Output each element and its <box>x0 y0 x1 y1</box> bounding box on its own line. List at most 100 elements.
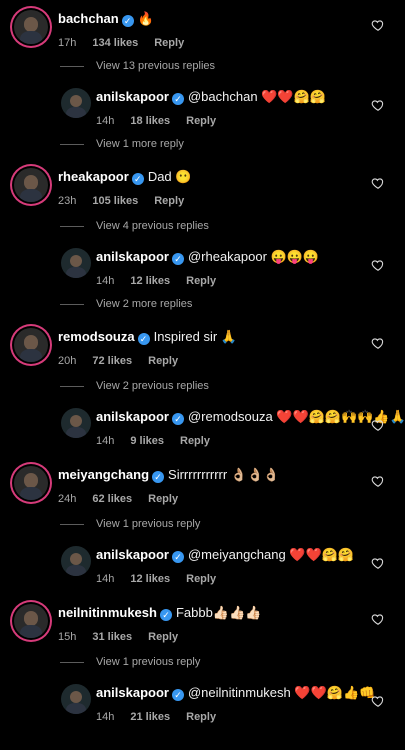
likes-count[interactable]: 105 likes <box>92 195 138 207</box>
username[interactable]: meiyangchang <box>58 467 149 482</box>
avatar[interactable] <box>61 88 91 118</box>
username[interactable]: anilskapoor <box>96 249 169 264</box>
comment-line: anilskapoor ✓ @remodsouza ❤️❤️🤗🤗🙌🙌👍🙏 <box>96 409 405 425</box>
timestamp: 14h <box>96 711 115 723</box>
avatar[interactable] <box>14 466 48 500</box>
avatar-head-shape <box>23 175 39 190</box>
view-replies-link[interactable]: View 4 previous replies <box>60 220 209 232</box>
avatar-head-shape <box>69 414 83 428</box>
reply-button[interactable]: Reply <box>154 195 184 207</box>
comment-line: anilskapoor ✓ @rheakapoor 😛😛😛 <box>96 249 319 265</box>
avatar[interactable] <box>14 168 48 202</box>
heart-outline-icon[interactable] <box>371 418 385 432</box>
reply-button[interactable]: Reply <box>148 631 178 643</box>
username[interactable]: remodsouza <box>58 329 135 344</box>
comment-meta: 14h 21 likes Reply <box>96 711 375 723</box>
likes-count[interactable]: 31 likes <box>92 631 132 643</box>
comment-text: @rheakapoor 😛😛😛 <box>187 249 320 264</box>
avatar-body-shape <box>20 349 42 362</box>
avatar-head-shape <box>69 94 83 108</box>
timestamp: 24h <box>58 493 77 505</box>
avatar[interactable] <box>61 546 91 576</box>
reply-button[interactable]: Reply <box>180 435 210 447</box>
comment-content: anilskapoor ✓ @remodsouza ❤️❤️🤗🤗🙌🙌👍🙏 14h 9 l… <box>96 409 405 447</box>
username[interactable]: anilskapoor <box>96 89 169 104</box>
reply-button[interactable]: Reply <box>186 573 216 585</box>
comment-content: bachchan ✓ 🔥 17h 134 likes Reply <box>58 11 200 49</box>
comment-text: @meiyangchang ❤️❤️🤗🤗 <box>187 547 355 562</box>
avatar-head-shape <box>23 611 39 626</box>
reply-button[interactable]: Reply <box>186 115 216 127</box>
avatar[interactable] <box>14 604 48 638</box>
heart-outline-icon[interactable] <box>371 556 385 570</box>
username[interactable]: anilskapoor <box>96 409 169 424</box>
likes-count[interactable]: 12 likes <box>130 275 170 287</box>
reply-button[interactable]: Reply <box>186 275 216 287</box>
timestamp: 17h <box>58 37 77 49</box>
reply-button[interactable]: Reply <box>154 37 184 49</box>
heart-outline-icon[interactable] <box>371 694 385 708</box>
avatar-head-shape <box>69 552 83 566</box>
view-replies-link[interactable]: View 2 more replies <box>60 298 192 310</box>
avatar[interactable] <box>61 684 91 714</box>
comment-text: @bachchan ❤️❤️🤗🤗 <box>187 89 326 104</box>
heart-outline-icon[interactable] <box>371 336 385 350</box>
likes-count[interactable]: 12 likes <box>130 573 170 585</box>
heart-outline-icon[interactable] <box>371 612 385 626</box>
verified-badge-icon: ✓ <box>171 93 184 105</box>
view-replies-label: View 1 previous reply <box>96 656 201 668</box>
username[interactable]: anilskapoor <box>96 685 169 700</box>
verified-badge-icon: ✓ <box>159 609 172 621</box>
avatar[interactable] <box>14 328 48 362</box>
view-replies-link[interactable]: View 13 previous replies <box>60 60 215 72</box>
reply-button[interactable]: Reply <box>186 711 216 723</box>
view-replies-label: View 2 previous replies <box>96 380 209 392</box>
heart-outline-icon[interactable] <box>371 176 385 190</box>
verified-badge-icon: ✓ <box>171 551 184 563</box>
username[interactable]: bachchan <box>58 11 119 26</box>
avatar[interactable] <box>61 248 91 278</box>
divider-line <box>60 303 84 305</box>
username[interactable]: anilskapoor <box>96 547 169 562</box>
comment-content: anilskapoor ✓ @rheakapoor 😛😛😛 14h 12 likes Re… <box>96 249 319 287</box>
username[interactable]: rheakapoor <box>58 169 129 184</box>
view-replies-link[interactable]: View 1 previous reply <box>60 656 200 668</box>
avatar-head-shape <box>69 254 83 268</box>
likes-count[interactable]: 72 likes <box>92 355 132 367</box>
heart-outline-icon[interactable] <box>371 474 385 488</box>
username[interactable]: neilnitinmukesh <box>58 605 157 620</box>
likes-count[interactable]: 21 likes <box>130 711 170 723</box>
comment-content: anilskapoor ✓ @bachchan ❤️❤️🤗🤗 14h 18 likes R… <box>96 89 326 127</box>
heart-outline-icon[interactable] <box>371 98 385 112</box>
avatar-head-shape <box>23 473 39 488</box>
avatar-body-shape <box>20 487 42 500</box>
comment-line: meiyangchang ✓ Sirrrrrrrrrrr 👌🏼👌🏼👌🏼 <box>58 467 279 483</box>
heart-outline-icon[interactable] <box>371 258 385 272</box>
reply-button[interactable]: Reply <box>148 493 178 505</box>
avatar-body-shape <box>66 702 86 714</box>
likes-count[interactable]: 18 likes <box>130 115 170 127</box>
view-replies-label: View 13 previous replies <box>96 60 216 72</box>
avatar-head-shape <box>69 690 83 704</box>
view-replies-label: View 1 previous reply <box>96 518 201 530</box>
view-replies-link[interactable]: View 1 more reply <box>60 138 184 150</box>
view-replies-link[interactable]: View 2 previous replies <box>60 380 209 392</box>
divider-line <box>60 661 84 663</box>
verified-badge-icon: ✓ <box>171 413 184 425</box>
likes-count[interactable]: 9 likes <box>130 435 164 447</box>
avatar[interactable] <box>14 10 48 44</box>
likes-count[interactable]: 134 likes <box>92 37 138 49</box>
view-replies-link[interactable]: View 1 previous reply <box>60 518 200 530</box>
avatar-body-shape <box>66 426 86 438</box>
timestamp: 14h <box>96 115 115 127</box>
reply-button[interactable]: Reply <box>148 355 178 367</box>
heart-outline-icon[interactable] <box>371 18 385 32</box>
timestamp: 14h <box>96 275 115 287</box>
avatar-body-shape <box>66 266 86 278</box>
comment-text: Dad 😶 <box>147 169 192 184</box>
likes-count[interactable]: 62 likes <box>92 493 132 505</box>
avatar[interactable] <box>61 408 91 438</box>
comment-line: remodsouza ✓ Inspired sir 🙏 <box>58 329 237 345</box>
timestamp: 23h <box>58 195 77 207</box>
comment-content: meiyangchang ✓ Sirrrrrrrrrrr 👌🏼👌🏼👌🏼 24h 62 l… <box>58 467 279 505</box>
